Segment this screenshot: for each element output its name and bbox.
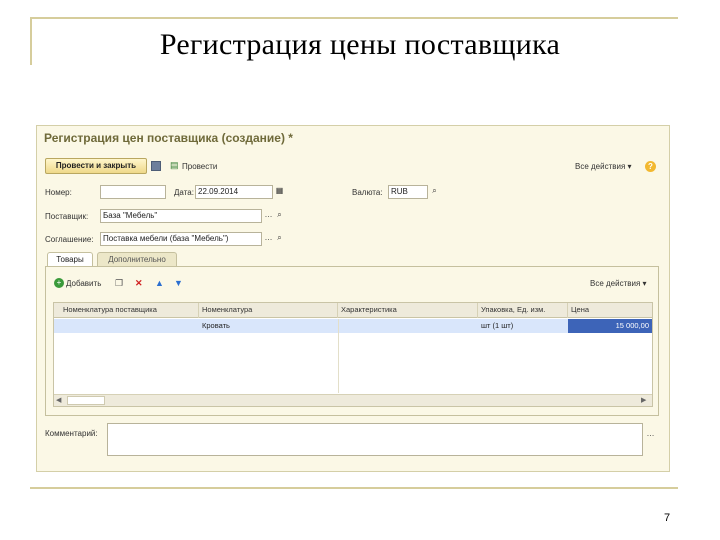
calendar-icon[interactable]: ▦: [274, 185, 285, 199]
currency-select-icon[interactable]: ⌕: [429, 185, 440, 199]
cell-characteristic[interactable]: [338, 319, 478, 333]
form-window: Регистрация цен поставщика (создание) * …: [36, 125, 670, 472]
cell-price[interactable]: 15 000,00: [568, 319, 652, 333]
copy-icon[interactable]: ❐: [115, 278, 123, 288]
tab-goods[interactable]: Товары: [47, 252, 93, 266]
post-button[interactable]: Провести: [182, 162, 217, 171]
column-header-item[interactable]: Номенклатура: [199, 303, 338, 318]
number-label: Номер:: [45, 188, 72, 197]
date-field[interactable]: 22.09.2014: [195, 185, 273, 199]
add-plus-icon: +: [54, 278, 64, 288]
column-header-package[interactable]: Упаковка, Ед. изм.: [478, 303, 568, 318]
column-divider: [338, 319, 339, 393]
arrow-up-icon[interactable]: ▲: [155, 278, 164, 288]
agreement-label: Соглашение:: [45, 235, 94, 244]
floppy-disk-icon[interactable]: [151, 161, 161, 171]
table-row[interactable]: Кровать шт (1 шт) 15 000,00: [54, 319, 652, 333]
cell-package[interactable]: шт (1 шт): [478, 319, 568, 333]
column-header-supplier-item[interactable]: Номенклатура поставщика: [60, 303, 199, 318]
column-header-characteristic[interactable]: Характеристика: [338, 303, 478, 318]
supplier-ellipsis-icon[interactable]: …: [263, 209, 274, 223]
slide-frame-bottom: [30, 487, 678, 489]
arrow-down-icon[interactable]: ▼: [174, 278, 183, 288]
horizontal-scrollbar[interactable]: ◀ ▶: [54, 394, 652, 406]
table-header: Номенклатура поставщика Номенклатура Хар…: [54, 303, 652, 318]
slide-frame-top: [30, 17, 678, 19]
cell-item[interactable]: Кровать: [199, 319, 338, 333]
delete-x-icon[interactable]: ✕: [135, 278, 143, 288]
help-icon[interactable]: ?: [645, 161, 656, 172]
scroll-left-icon[interactable]: ◀: [56, 396, 61, 406]
all-actions-menu[interactable]: Все действия ▾: [575, 162, 632, 171]
table-all-actions-menu[interactable]: Все действия ▾: [590, 279, 647, 288]
slide-number: 7: [664, 512, 671, 524]
agreement-ellipsis-icon[interactable]: …: [263, 232, 274, 246]
comment-label: Комментарий:: [45, 429, 98, 438]
form-title: Регистрация цен поставщика (создание) *: [44, 131, 293, 145]
currency-field[interactable]: RUB: [388, 185, 428, 199]
comment-field[interactable]: [107, 423, 643, 456]
supplier-label: Поставщик:: [45, 212, 89, 221]
scrollbar-thumb[interactable]: [67, 396, 105, 405]
tab-additional[interactable]: Дополнительно: [97, 252, 177, 266]
comment-ellipsis-icon[interactable]: …: [645, 428, 656, 442]
date-label: Дата:: [174, 188, 194, 197]
scroll-right-icon[interactable]: ▶: [641, 396, 646, 406]
goods-table: Номенклатура поставщика Номенклатура Хар…: [53, 302, 653, 407]
add-button[interactable]: Добавить: [66, 279, 101, 288]
cell-supplier-item[interactable]: [60, 319, 199, 333]
currency-label: Валюта:: [352, 188, 383, 197]
slide-title: Регистрация цены поставщика: [159, 28, 561, 61]
post-document-icon: ▤: [170, 160, 179, 170]
agreement-magnifier-icon[interactable]: ⌕: [274, 232, 285, 246]
supplier-field[interactable]: База "Мебель": [100, 209, 262, 223]
agreement-field[interactable]: Поставка мебели (база "Мебель"): [100, 232, 262, 246]
column-header-price[interactable]: Цена: [568, 303, 652, 318]
post-and-close-button[interactable]: Провести и закрыть: [45, 158, 147, 174]
number-field[interactable]: [100, 185, 166, 199]
supplier-magnifier-icon[interactable]: ⌕: [274, 209, 285, 223]
